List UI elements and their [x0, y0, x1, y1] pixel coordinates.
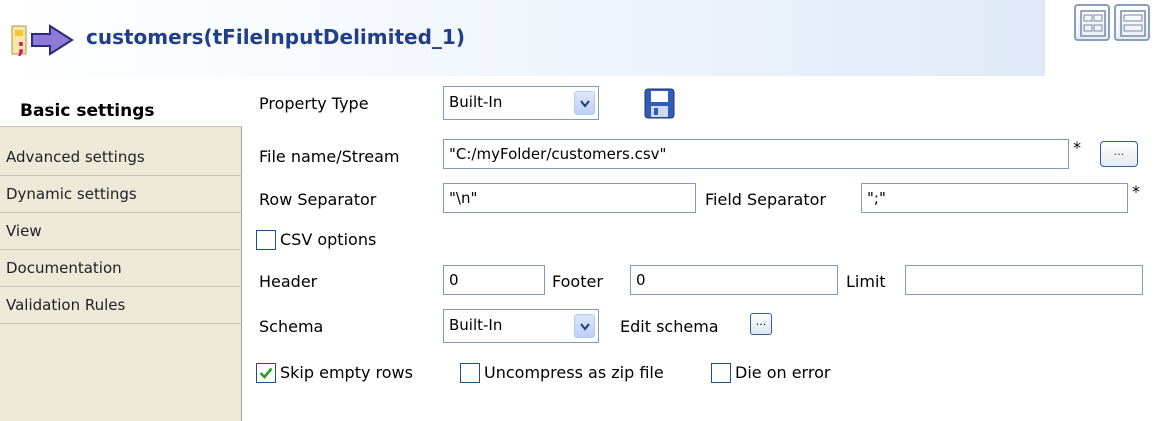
die-on-error-checkbox[interactable] [711, 363, 731, 383]
table-view-button[interactable] [1114, 4, 1150, 41]
settings-tab-list: Basic settings Advanced settings Dynamic… [0, 87, 242, 421]
chevron-down-icon [574, 314, 595, 338]
required-marker: * [1132, 182, 1140, 201]
tab-documentation[interactable]: Documentation [0, 250, 242, 287]
uncompress-zip-checkbox[interactable] [460, 363, 480, 383]
limit-input[interactable] [905, 265, 1143, 295]
tab-advanced-settings[interactable]: Advanced settings [0, 139, 242, 176]
tab-validation-rules[interactable]: Validation Rules [0, 287, 242, 324]
csv-options-checkbox[interactable] [256, 230, 276, 250]
checkmark-icon [259, 367, 273, 379]
file-name-label: File name/Stream [259, 147, 400, 166]
edit-schema-button[interactable]: ... [750, 313, 772, 335]
compact-view-button[interactable] [1074, 4, 1110, 41]
compact-view-icon [1080, 10, 1106, 37]
field-separator-input[interactable]: ";" [861, 183, 1128, 213]
component-title: customers(tFileInputDelimited_1) [86, 25, 465, 49]
edit-schema-label: Edit schema [620, 317, 719, 336]
row-separator-input[interactable]: "\n" [443, 183, 696, 213]
skip-empty-rows-checkbox[interactable] [256, 363, 276, 383]
tab-dynamic-settings[interactable]: Dynamic settings [0, 176, 242, 213]
limit-label: Limit [846, 272, 886, 291]
required-marker: * [1073, 138, 1081, 157]
csv-options-label: CSV options [280, 230, 377, 249]
chevron-down-icon [574, 91, 595, 115]
component-title-bar: ; customers(tFileInputDelimited_1) [0, 0, 1045, 76]
property-type-value: Built-In [449, 93, 503, 111]
schema-select[interactable]: Built-In [443, 309, 599, 343]
property-type-label: Property Type [259, 94, 369, 113]
schema-label: Schema [259, 317, 324, 336]
tfileinputdelimited-icon: ; [11, 24, 74, 58]
header-input[interactable]: 0 [443, 265, 545, 295]
svg-text:;: ; [17, 34, 25, 58]
browse-file-button[interactable]: ... [1100, 141, 1138, 167]
uncompress-zip-label: Uncompress as zip file [484, 363, 664, 382]
footer-input[interactable]: 0 [630, 265, 838, 295]
row-separator-label: Row Separator [259, 190, 377, 209]
file-name-input[interactable]: "C:/myFolder/customers.csv" [443, 139, 1069, 169]
die-on-error-label: Die on error [735, 363, 831, 382]
tab-basic-settings[interactable]: Basic settings [0, 87, 242, 127]
field-separator-label: Field Separator [705, 190, 826, 209]
property-type-select[interactable]: Built-In [443, 86, 599, 120]
table-view-icon [1120, 10, 1146, 37]
header-label: Header [259, 272, 318, 291]
tab-view[interactable]: View [0, 213, 242, 250]
save-icon[interactable] [644, 88, 675, 119]
schema-value: Built-In [449, 316, 503, 334]
footer-label: Footer [552, 272, 603, 291]
skip-empty-rows-label: Skip empty rows [280, 363, 413, 382]
